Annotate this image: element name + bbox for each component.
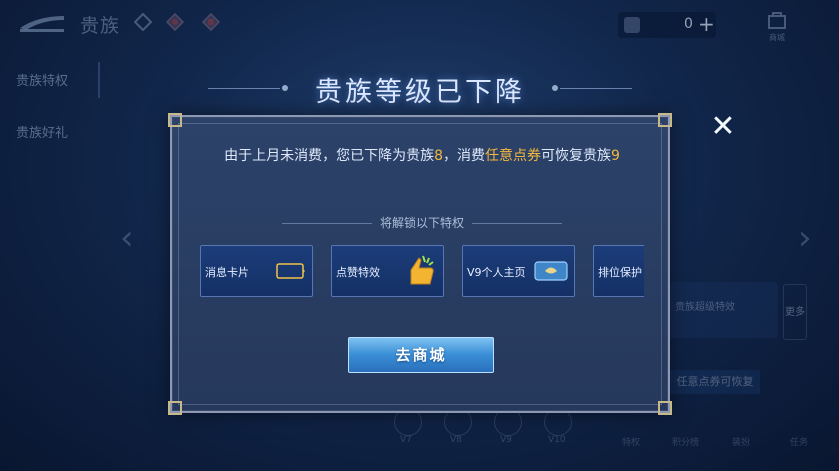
unlock-subtitle-bar: 将解锁以下特权 [202,214,642,232]
message-text-3: 可恢复贵族 [541,148,611,164]
corner-ornament [658,401,672,415]
coupon-highlight: 任意点券 [485,148,541,164]
current-level: 8 [434,148,443,164]
modal-panel: 由于上月未消费，您已下降为贵族8，消费任意点券可恢复贵族9 将解锁以下特权 消息… [168,113,672,415]
modal-title: 贵族等级已下降 [315,77,525,108]
perk-list[interactable]: 消息卡片 点赞特效 V9个人主页 排位保护 [200,245,644,299]
target-level: 9 [611,148,620,164]
go-to-shop-button[interactable]: 去商城 [348,337,494,373]
thumbs-up-icon [403,252,437,292]
close-icon: ✕ [710,109,736,144]
message-text-2: ，消费 [443,148,485,164]
perk-card-like[interactable]: 点赞特效 [331,245,444,297]
homepage-badge-icon [534,260,568,286]
message-card-icon [276,262,306,284]
title-ornament-right [552,85,558,91]
subtitle-divider-right [472,223,562,224]
downgrade-message: 由于上月未消费，您已下降为贵族8，消费任意点券可恢复贵族9 [202,145,642,167]
perk-label: 点赞特效 [336,266,380,279]
corner-ornament [168,401,182,415]
message-text-1: 由于上月未消费，您已下降为贵族 [224,148,435,164]
perk-card-homepage[interactable]: V9个人主页 [462,245,575,297]
perk-label: 消息卡片 [205,266,249,279]
perk-card-rank-protect[interactable]: 排位保护 [593,245,644,297]
modal-title-bar: 贵族等级已下降 [170,66,670,112]
unlock-subtitle: 将解锁以下特权 [379,216,464,230]
perk-label: V9个人主页 [467,266,526,279]
corner-ornament [658,113,672,127]
corner-ornament [168,113,182,127]
perk-card-message[interactable]: 消息卡片 [200,245,313,297]
close-button[interactable]: ✕ [708,112,738,142]
title-divider-right [560,88,632,89]
perk-label: 排位保护 [598,266,642,279]
